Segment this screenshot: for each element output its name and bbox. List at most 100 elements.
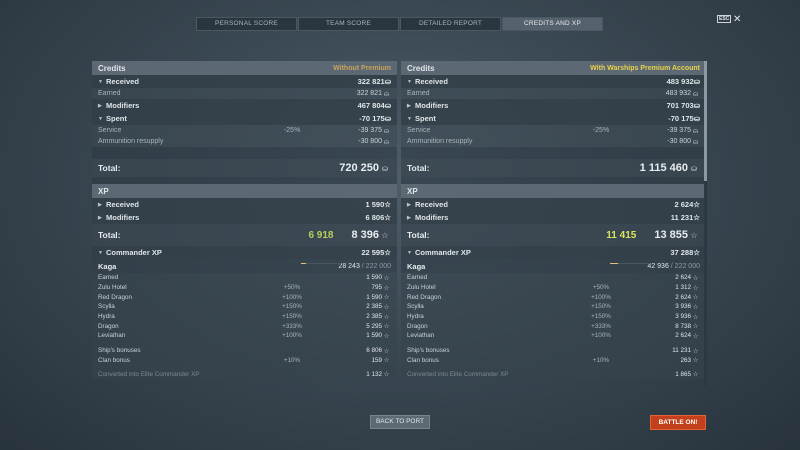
credits-total-row: Total: 720 250 ⛀ xyxy=(92,159,397,177)
xp-star-icon: ☆ xyxy=(692,303,699,311)
section-label: Received xyxy=(106,200,139,209)
list-item: Scylla +150% 2 385 ☆ xyxy=(98,303,390,311)
commander-xp-section[interactable]: ▼ Commander XP 37 288 ☆ xyxy=(401,246,706,259)
total-label: Total: xyxy=(407,163,430,173)
xp-total-green: 6 918 xyxy=(308,229,334,241)
row-value: -30 800 xyxy=(667,138,691,145)
list-item: Red Dragon +100% 2 624 ☆ xyxy=(407,293,699,302)
section-value: -70 175 xyxy=(668,114,694,123)
chevron-down-icon: ▼ xyxy=(98,115,103,122)
xp-star-icon: ☆ xyxy=(381,230,389,240)
credits-modifiers-section[interactable]: ▶ Modifiers 701 703 ⛀ xyxy=(401,99,706,112)
credits-coin-icon: ⛀ xyxy=(690,163,698,173)
commander-progress: 42 936 / 222 000 xyxy=(647,262,700,270)
xp-star-icon: ☆ xyxy=(690,230,698,240)
commander-row: Kaga 42 936 / 222 000 xyxy=(401,259,706,273)
list-item: Leviathan +100% 2 624 ☆ xyxy=(407,332,699,340)
section-label: Modifiers xyxy=(415,213,449,222)
section-value: 22 595 xyxy=(361,248,385,257)
section-label: Spent xyxy=(106,114,127,123)
row-label: Earned xyxy=(407,90,430,97)
section-label: Modifiers xyxy=(106,213,140,222)
list-item: Dragon +333% 8 738 ☆ xyxy=(407,322,699,331)
tab-detailed-report[interactable]: DETAILED REPORT xyxy=(400,17,501,31)
credits-coin-icon: ⛀ xyxy=(692,138,699,146)
credits-title: Credits xyxy=(407,63,435,73)
xp-total-green: 11 415 xyxy=(606,229,637,241)
xp-title: XP xyxy=(407,186,418,196)
scrollbar[interactable] xyxy=(704,61,707,386)
list-item: Ship's bonuses 11 231 ☆ xyxy=(407,347,699,355)
tab-personal-score[interactable]: PERSONAL SCORE xyxy=(196,17,297,31)
credits-xp-panel-premium: Credits With Warships Premium Account ▼ … xyxy=(401,61,706,386)
credits-modifiers-section[interactable]: ▶ Modifiers 467 804 ⛀ xyxy=(92,99,397,112)
section-label: Modifiers xyxy=(106,101,140,110)
xp-star-icon: ☆ xyxy=(384,213,391,222)
chevron-down-icon: ▼ xyxy=(98,78,103,85)
xp-star-icon: ☆ xyxy=(384,200,391,209)
section-label: Modifiers xyxy=(415,101,449,110)
section-value: 6 806 xyxy=(365,213,385,222)
spacer xyxy=(401,177,706,184)
xp-star-icon: ☆ xyxy=(692,294,699,302)
account-type-label: With Warships Premium Account xyxy=(590,64,700,72)
xp-star-icon: ☆ xyxy=(383,357,390,365)
xp-header: XP xyxy=(401,184,706,198)
xp-star-icon: ☆ xyxy=(693,248,700,257)
credits-received-section[interactable]: ▼ Received 322 821 ⛀ xyxy=(92,75,397,88)
commander-xp-list: Earned 2 624 ☆ Zulu Hotel +50% 1 312 ☆ Red Dr… xyxy=(401,273,706,379)
xp-star-icon: ☆ xyxy=(383,303,390,311)
list-item: Converted into Elite Commander XP 1 865 ☆ xyxy=(407,370,699,379)
xp-star-icon: ☆ xyxy=(384,248,391,257)
xp-modifiers-section[interactable]: ▶ Modifiers 6 806 ☆ xyxy=(92,211,397,224)
commander-xp-section[interactable]: ▼ Commander XP 22 595 ☆ xyxy=(92,246,397,259)
credits-total-row: Total: 1 115 460 ⛀ xyxy=(401,159,706,177)
xp-modifiers-section[interactable]: ▶ Modifiers 11 231 ☆ xyxy=(401,211,706,224)
xp-total-row: Total: 11 415 13 855 ☆ xyxy=(401,224,706,246)
back-to-port-button[interactable]: BACK TO PORT xyxy=(370,415,430,429)
list-item: Zulu Hotel +50% 795 ☆ xyxy=(98,284,390,292)
credits-spent-section[interactable]: ▼ Spent -70 175 ⛀ xyxy=(401,112,706,125)
xp-star-icon: ☆ xyxy=(692,347,699,355)
credits-coin-icon: ⛀ xyxy=(384,114,391,123)
tab-credits-and-xp[interactable]: CREDITS AND XP xyxy=(502,17,603,31)
credits-total-value: 720 250 xyxy=(339,162,379,174)
row-value: -30 800 xyxy=(358,138,382,145)
service-row: Service -25% -39 375 ⛀ xyxy=(92,125,397,136)
xp-star-icon: ☆ xyxy=(692,274,699,282)
xp-star-icon: ☆ xyxy=(383,274,390,282)
close-icon[interactable]: ✕ xyxy=(733,15,741,25)
row-label: Ammunition resupply xyxy=(407,138,473,145)
row-label: Ammunition resupply xyxy=(98,138,164,145)
section-value: 2 624 xyxy=(674,200,694,209)
list-item: Converted into Elite Commander XP 1 132 ☆ xyxy=(98,370,390,379)
list-item: Leviathan +100% 1 590 ☆ xyxy=(98,332,390,340)
total-label: Total: xyxy=(98,230,121,240)
xp-star-icon: ☆ xyxy=(383,313,390,321)
battle-on-button[interactable]: BATTLE ON! xyxy=(650,415,706,430)
xp-star-icon: ☆ xyxy=(692,284,699,292)
tab-team-score[interactable]: TEAM SCORE xyxy=(298,17,399,31)
list-item: Clan bonus +10% 263 ☆ xyxy=(407,356,699,365)
xp-received-section[interactable]: ▶ Received 2 624 ☆ xyxy=(401,198,706,211)
credits-received-section[interactable]: ▼ Received 483 932 ⛀ xyxy=(401,75,706,88)
section-value: 322 821 xyxy=(357,77,385,86)
section-label: Commander XP xyxy=(106,248,162,257)
service-row: Service -25% -39 375 ⛀ xyxy=(401,125,706,136)
row-percent: -25% xyxy=(283,127,301,134)
list-item: Earned 1 590 ☆ xyxy=(98,274,390,282)
xp-received-section[interactable]: ▶ Received 1 590 ☆ xyxy=(92,198,397,211)
list-item: Dragon +333% 5 295 ☆ xyxy=(98,322,390,331)
credits-coin-icon: ⛀ xyxy=(383,138,390,146)
chevron-down-icon: ▼ xyxy=(407,115,412,122)
chevron-down-icon: ▼ xyxy=(98,249,103,256)
section-label: Commander XP xyxy=(415,248,471,257)
credits-spent-section[interactable]: ▼ Spent -70 175 ⛀ xyxy=(92,112,397,125)
scrollbar-thumb[interactable] xyxy=(704,61,707,181)
chevron-right-icon: ▶ xyxy=(407,201,411,208)
list-item: Scylla +150% 3 936 ☆ xyxy=(407,303,699,311)
chevron-right-icon: ▶ xyxy=(98,214,102,221)
xp-header: XP xyxy=(92,184,397,198)
esc-icon[interactable]: ESC xyxy=(717,15,732,23)
chevron-down-icon: ▼ xyxy=(407,249,412,256)
